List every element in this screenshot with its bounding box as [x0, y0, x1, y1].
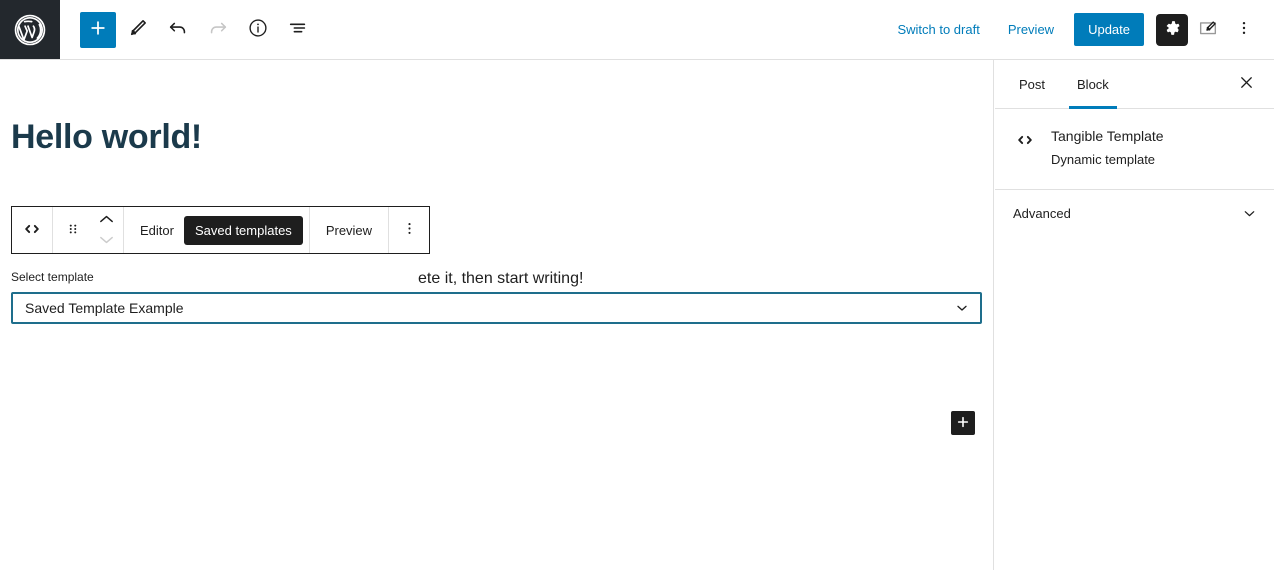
more-options-button[interactable] — [1228, 14, 1260, 46]
info-circle-icon — [247, 17, 269, 42]
editor-top-bar: Switch to draft Preview Update — [0, 0, 1274, 60]
block-movers-group — [53, 207, 124, 253]
post-title[interactable]: Hello world! — [11, 118, 202, 157]
plus-icon — [955, 414, 971, 433]
kebab-menu-icon — [1234, 18, 1254, 41]
top-bar-tools — [60, 0, 316, 59]
update-button[interactable]: Update — [1074, 13, 1144, 46]
gear-icon — [1162, 18, 1182, 41]
undo-button[interactable] — [160, 12, 196, 48]
redo-button[interactable] — [200, 12, 236, 48]
block-info-text: Tangible Template Dynamic template — [1051, 127, 1164, 169]
tab-block[interactable]: Block — [1061, 60, 1125, 109]
close-sidebar-button[interactable] — [1226, 60, 1266, 108]
wordpress-block-editor: Switch to draft Preview Update Hello wor… — [0, 0, 1274, 570]
redo-arrow-icon — [207, 17, 229, 42]
pencil-icon — [127, 17, 149, 42]
select-template-value: Saved Template Example — [25, 299, 184, 316]
pencil-square-icon — [1197, 17, 1219, 42]
block-options-group — [389, 207, 429, 253]
wordpress-logo-icon — [13, 13, 47, 47]
block-appender-button[interactable] — [951, 411, 975, 435]
chevron-down-icon[interactable] — [98, 232, 115, 250]
select-template-label: Select template — [11, 270, 94, 284]
block-name: Tangible Template — [1051, 128, 1164, 144]
block-toolbar: Editor Saved templates Preview — [11, 206, 431, 254]
drag-handle-button[interactable] — [55, 207, 91, 253]
code-brackets-icon — [1013, 128, 1037, 152]
wordpress-logo-button[interactable] — [0, 0, 60, 59]
block-tab-editor[interactable]: Editor — [130, 217, 184, 244]
switch-to-draft-button[interactable]: Switch to draft — [885, 14, 991, 45]
panel-advanced[interactable]: Advanced — [995, 190, 1274, 238]
block-type-group — [12, 207, 53, 253]
list-view-button[interactable] — [280, 12, 316, 48]
code-brackets-icon — [22, 219, 42, 242]
select-template-input[interactable]: Saved Template Example — [11, 291, 982, 324]
settings-sidebar: Post Block Tangible Template Dynamic tem… — [995, 60, 1274, 570]
block-more-options-button[interactable] — [391, 207, 427, 253]
block-tab-saved-templates[interactable]: Saved templates — [183, 215, 303, 245]
block-description: Dynamic template — [1051, 151, 1156, 167]
chevron-up-icon[interactable] — [98, 211, 115, 229]
chevron-down-icon — [954, 300, 970, 316]
details-button[interactable] — [240, 12, 276, 48]
add-block-button[interactable] — [80, 11, 116, 48]
editor-canvas: Hello world! ete it, then start writing! — [0, 60, 994, 570]
block-mover-buttons[interactable] — [91, 207, 121, 253]
block-view-tabs: Editor Saved templates — [124, 207, 310, 253]
select-template-control: Select template Saved Template Example — [11, 269, 982, 324]
edit-tool-button[interactable] — [120, 12, 156, 48]
block-preview-group: Preview — [310, 207, 390, 253]
settings-sidebar-toggle[interactable] — [1156, 13, 1188, 46]
block-preview-button[interactable]: Preview — [316, 217, 382, 244]
block-type-button[interactable] — [14, 207, 50, 253]
undo-arrow-icon — [167, 17, 189, 42]
preview-button[interactable]: Preview — [996, 14, 1066, 45]
sidebar-tabs: Post Block — [995, 60, 1274, 109]
block-info-card: Tangible Template Dynamic template — [995, 109, 1274, 190]
close-x-icon — [1237, 73, 1256, 95]
kebab-menu-icon — [400, 219, 419, 241]
edit-post-button[interactable] — [1192, 14, 1224, 46]
top-bar-actions: Switch to draft Preview Update — [885, 0, 1274, 59]
chevron-down-icon — [1241, 205, 1258, 222]
panel-advanced-label: Advanced — [1013, 206, 1071, 222]
tab-post[interactable]: Post — [1003, 60, 1061, 108]
list-view-icon — [287, 17, 309, 42]
drag-handle-icon — [64, 220, 82, 241]
plus-icon — [88, 18, 108, 41]
